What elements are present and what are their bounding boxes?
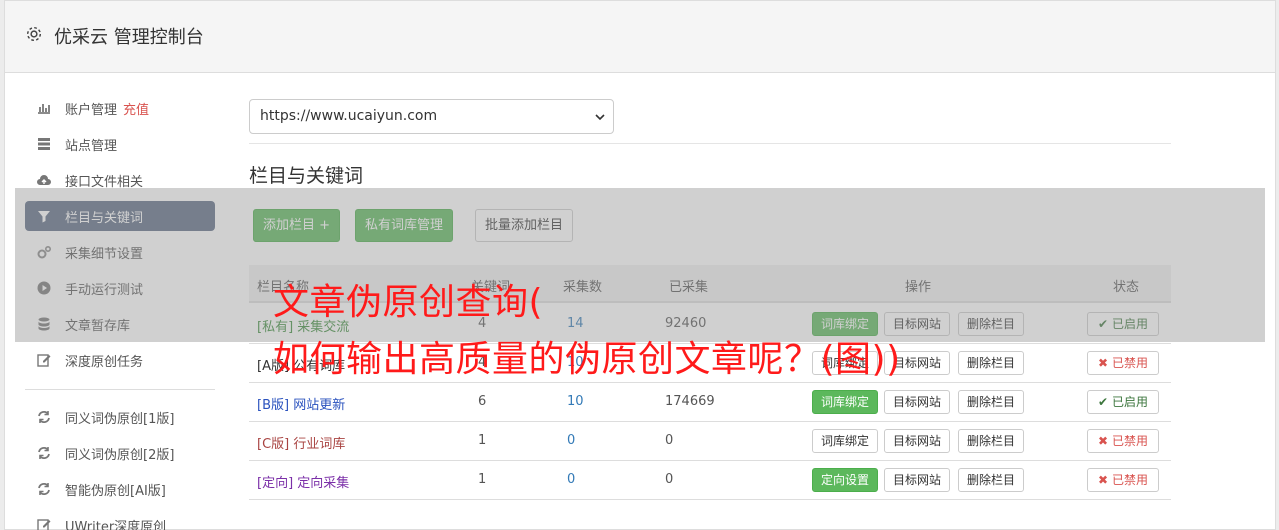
delete-column-button[interactable]: 删除栏目 <box>958 468 1025 492</box>
status-toggle[interactable]: ✖ 已禁用 <box>1087 468 1159 492</box>
section-title: 栏目与关键词 <box>249 165 364 187</box>
bind-lib-button[interactable]: 词库绑定 <box>812 390 879 414</box>
status-label: 已禁用 <box>1111 473 1148 487</box>
keyword-count: 1 <box>478 433 487 448</box>
sidebar-divider <box>25 389 215 390</box>
edit-icon <box>37 519 51 530</box>
sidebar-item-label: 深度原创任务 <box>65 355 144 370</box>
server-icon <box>38 138 50 150</box>
table-row: [C版] 行业词库 1 0 0 词库绑定 目标网站 删除栏目 ✖ 已禁用 <box>249 422 1171 461</box>
sidebar-item-label: 同义词伪原创[2版] <box>65 448 175 463</box>
bar-chart-icon <box>38 104 50 114</box>
status-toggle[interactable]: ✖ 已禁用 <box>1087 351 1159 375</box>
column-name[interactable]: [定向] 定向采集 <box>257 472 349 491</box>
sidebar-item-label: 站点管理 <box>65 139 118 154</box>
close-icon: ✖ <box>1098 473 1109 487</box>
close-icon: ✖ <box>1098 356 1109 370</box>
delete-column-button[interactable]: 删除栏目 <box>958 429 1025 453</box>
site-select[interactable]: https://www.ucaiyun.com <box>249 99 614 134</box>
collect-count[interactable]: 0 <box>567 433 575 448</box>
collect-count[interactable]: 0 <box>567 472 575 487</box>
site-select-value: https://www.ucaiyun.com <box>260 108 438 124</box>
sidebar-item-account[interactable]: 账户管理 充值 <box>25 93 215 123</box>
page-title: 优采云 管理控制台 <box>54 27 204 48</box>
sidebar-item-label: UWriter深度原创 <box>65 520 167 530</box>
cloud-upload-icon <box>37 175 51 185</box>
watermark-line-2: 如何输出高质量的伪原创文章呢？(图)) <box>273 339 901 380</box>
refresh-icon <box>38 411 50 423</box>
page-header: 优采云 管理控制台 <box>5 1 1275 73</box>
status-toggle[interactable]: ✔ 已启用 <box>1087 390 1159 414</box>
recharge-link[interactable]: 充值 <box>123 103 149 118</box>
delete-column-button[interactable]: 删除栏目 <box>958 351 1025 375</box>
target-site-button[interactable]: 目标网站 <box>884 468 951 492</box>
status-toggle[interactable]: ✖ 已禁用 <box>1087 429 1159 453</box>
watermark-line-1: 文章伪原创查询( <box>273 282 544 323</box>
chevron-down-icon <box>595 114 605 121</box>
target-site-button[interactable]: 目标网站 <box>884 390 951 414</box>
check-icon: ✔ <box>1098 395 1109 409</box>
bind-lib-button[interactable]: 词库绑定 <box>812 429 879 453</box>
delete-column-button[interactable]: 删除栏目 <box>958 390 1025 414</box>
gear-icon <box>26 26 42 42</box>
divider <box>249 143 1171 144</box>
collected-count: 174669 <box>665 394 715 409</box>
edit-icon <box>37 354 51 367</box>
keyword-count: 1 <box>478 472 487 487</box>
bind-lib-button[interactable]: 定向设置 <box>812 468 879 492</box>
sidebar-item-deep-original[interactable]: 深度原创任务 <box>25 345 215 375</box>
column-name[interactable]: [B版] 网站更新 <box>257 394 345 413</box>
sidebar-item-synonym-v1[interactable]: 同义词伪原创[1版] <box>25 402 215 432</box>
sidebar-item-label: 同义词伪原创[1版] <box>65 412 175 427</box>
sidebar-item-label: 账户管理 <box>65 103 118 118</box>
refresh-icon <box>38 447 50 459</box>
keyword-count: 6 <box>478 394 487 409</box>
collected-count: 0 <box>665 433 674 448</box>
sidebar-item-synonym-v2[interactable]: 同义词伪原创[2版] <box>25 438 215 468</box>
target-site-button[interactable]: 目标网站 <box>884 429 951 453</box>
collected-count: 0 <box>665 472 674 487</box>
sidebar-item-sites[interactable]: 站点管理 <box>25 129 215 159</box>
status-label: 已禁用 <box>1111 434 1148 448</box>
table-row: [定向] 定向采集 1 0 0 定向设置 目标网站 删除栏目 ✖ 已禁用 <box>249 461 1171 500</box>
status-label: 已禁用 <box>1111 356 1148 370</box>
collect-count[interactable]: 10 <box>567 394 584 409</box>
table-row: [B版] 网站更新 6 10 174669 词库绑定 目标网站 删除栏目 ✔ 已启用 <box>249 383 1171 422</box>
image-overlay <box>15 188 1265 342</box>
column-name[interactable]: [C版] 行业词库 <box>257 433 345 452</box>
status-label: 已启用 <box>1111 395 1148 409</box>
refresh-icon <box>38 483 50 495</box>
sidebar-item-uwriter[interactable]: UWriter深度原创 <box>25 510 215 530</box>
sidebar-item-label: 智能伪原创[AI版] <box>65 484 166 499</box>
sidebar-item-ai-rewrite[interactable]: 智能伪原创[AI版] <box>25 474 215 504</box>
close-icon: ✖ <box>1098 434 1109 448</box>
